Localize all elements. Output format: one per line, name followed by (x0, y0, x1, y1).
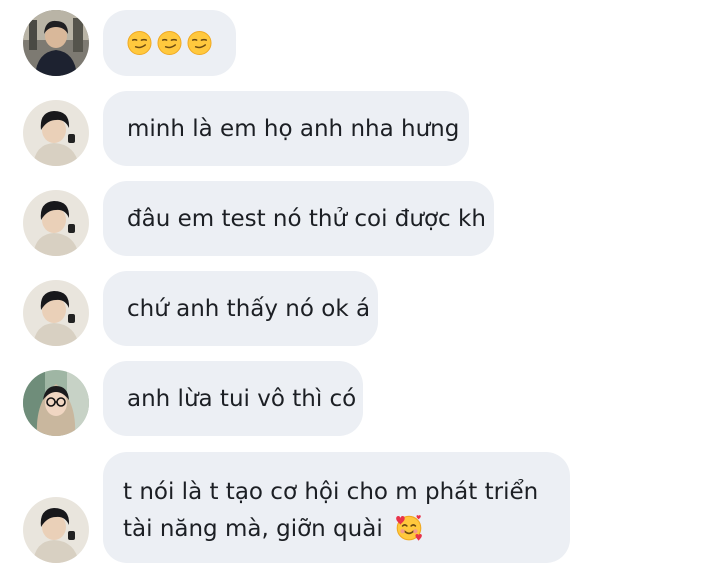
avatar[interactable] (23, 10, 89, 76)
avatar[interactable] (23, 100, 89, 166)
smirking-face-icon (187, 30, 212, 56)
chat-thread: minh là em họ anh nha hưng đâu em test n… (0, 0, 720, 570)
avatar-photo-icon (23, 370, 89, 436)
message-text-line: t nói là t tạo cơ hội cho m phát triển (123, 479, 539, 505)
avatar[interactable] (23, 280, 89, 346)
message-text-line: tài năng mà, giỡn quài (123, 511, 546, 548)
smirking-face-icon (157, 30, 182, 56)
message-text: đâu em test nó thử coi được kh (127, 205, 486, 232)
message-bubble[interactable]: đâu em test nó thử coi được kh (103, 181, 494, 256)
avatar-photo-icon (23, 100, 89, 166)
avatar-photo-icon (23, 190, 89, 256)
message-bubble[interactable]: anh lừa tui vô thì có (103, 361, 363, 436)
message-bubble[interactable]: t nói là t tạo cơ hội cho m phát triển t… (103, 452, 570, 563)
message-text: tài năng mà, giỡn quài (123, 516, 383, 542)
message-text: minh là em họ anh nha hưng (127, 115, 460, 142)
smirking-face-icon (127, 30, 152, 56)
avatar[interactable] (23, 190, 89, 256)
avatar-photo-icon (23, 10, 89, 76)
avatar-photo-icon (23, 280, 89, 346)
message-text: anh lừa tui vô thì có (127, 385, 357, 412)
message-bubble[interactable]: chứ anh thấy nó ok á (103, 271, 378, 346)
avatar-photo-icon (23, 497, 89, 563)
avatar[interactable] (23, 497, 89, 563)
avatar[interactable] (23, 370, 89, 436)
smiling-face-with-hearts-icon (396, 515, 422, 541)
message-bubble[interactable]: minh là em họ anh nha hưng (103, 91, 469, 166)
message-text: chứ anh thấy nó ok á (127, 295, 371, 322)
message-bubble[interactable] (103, 10, 236, 76)
